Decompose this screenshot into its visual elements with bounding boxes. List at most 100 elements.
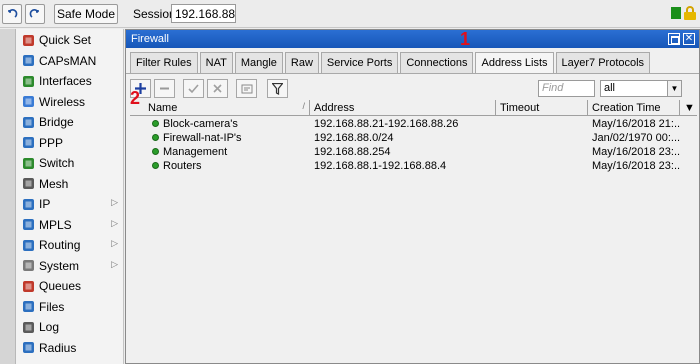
cell-name: Routers <box>144 159 310 173</box>
column-address[interactable]: Address <box>310 100 496 116</box>
minus-icon <box>160 87 169 90</box>
sidebar-item-label: System <box>39 258 80 273</box>
sidebar-item-capsman[interactable]: CAPsMAN <box>16 51 124 71</box>
redo-button[interactable] <box>25 4 45 24</box>
sidebar-item-label: Radius <box>39 340 77 355</box>
filter-select-value: all <box>604 82 616 94</box>
filter-select[interactable]: all ▼ <box>600 80 682 97</box>
sidebar-item-routing[interactable]: Routing ▷ <box>16 235 124 255</box>
table-row[interactable]: Block-camera's 192.168.88.21-192.168.88.2… <box>130 117 697 131</box>
sidebar-item-label: CAPsMAN <box>39 53 97 68</box>
session-input[interactable]: 192.168.88.1 <box>171 4 236 23</box>
table-header: Name / Address Timeout Creation Time ▼ <box>130 100 697 116</box>
lock-icon <box>684 6 696 20</box>
undo-icon <box>8 9 18 18</box>
maximize-icon[interactable] <box>668 33 680 45</box>
annotation-marker-2: 2 <box>130 88 141 108</box>
sidebar-item-quick-set[interactable]: Quick Set <box>16 30 124 50</box>
window-title-bar[interactable]: Firewall ✕ <box>126 30 699 48</box>
submenu-arrow-icon: ▷ <box>111 197 118 207</box>
column-name[interactable]: Name / <box>144 100 310 116</box>
sidebar-item-switch[interactable]: Switch <box>16 153 124 173</box>
wireless-icon <box>21 95 35 109</box>
undo-button[interactable] <box>2 4 22 24</box>
find-input[interactable]: Find <box>538 80 595 97</box>
column-timeout[interactable]: Timeout <box>496 100 588 116</box>
submenu-arrow-icon: ▷ <box>111 238 118 248</box>
safe-mode-label: Safe Mode <box>56 7 116 21</box>
filter-icon <box>272 82 283 95</box>
sidebar-item-bridge[interactable]: Bridge <box>16 112 124 132</box>
firewall-window: Firewall ✕ Filter Rules NAT Mangle Raw Servi… <box>125 29 700 364</box>
check-icon <box>188 84 199 94</box>
redo-icon <box>29 9 39 18</box>
annotation-marker-1: 1 <box>460 29 471 49</box>
safe-mode-button[interactable]: Safe Mode <box>54 4 118 24</box>
vertical-strip <box>0 29 16 364</box>
mesh-icon <box>21 177 35 191</box>
window-title: Firewall <box>131 33 169 45</box>
tab-connections[interactable]: Connections <box>400 52 474 73</box>
sidebar-item-label: Quick Set <box>39 33 92 47</box>
filter-button[interactable] <box>267 79 288 98</box>
enabled-status-icon <box>152 120 159 127</box>
submenu-arrow-icon: ▷ <box>111 258 118 269</box>
comment-button[interactable] <box>236 79 257 98</box>
sidebar-item-label: Wireless <box>39 94 86 109</box>
sidebar-item-mesh[interactable]: Mesh <box>16 174 124 194</box>
tab-raw[interactable]: Raw <box>284 52 319 73</box>
enabled-status-icon <box>152 162 159 169</box>
sidebar-item-system[interactable]: System ▷ <box>16 256 124 276</box>
sidebar-item-label: Interfaces <box>39 74 92 88</box>
column-creation-time[interactable]: Creation Time <box>588 100 680 116</box>
tab-service-ports[interactable]: Service Ports <box>320 52 399 73</box>
sidebar-item-log[interactable]: Log <box>16 317 124 337</box>
column-menu-icon[interactable]: ▼ <box>680 100 697 116</box>
tab-filter-rules[interactable]: Filter Rules <box>130 52 198 73</box>
sidebar-item-files[interactable]: Files <box>16 297 124 317</box>
sort-icon: / <box>302 101 305 111</box>
table-row[interactable]: Routers 192.168.88.1-192.168.88.4 May/16/2… <box>130 159 697 173</box>
submenu-arrow-icon: ▷ <box>111 217 118 228</box>
sidebar-item-label: PPP <box>39 135 64 150</box>
cell-name: Management <box>144 145 310 159</box>
capsman-icon <box>21 54 35 68</box>
sidebar-item-interfaces[interactable]: Interfaces <box>16 71 124 91</box>
sidebar-item-wireless[interactable]: Wireless <box>16 92 124 112</box>
tab-nat[interactable]: NAT <box>199 52 233 73</box>
sidebar-item-ppp[interactable]: PPP <box>16 133 124 153</box>
close-icon[interactable]: ✕ <box>683 33 695 45</box>
remove-button[interactable] <box>154 79 175 98</box>
cell-created: May/16/2018 23:... <box>592 160 680 172</box>
cell-address: 192.168.88.1-192.168.88.4 <box>314 160 447 172</box>
sidebar-item-ip[interactable]: IP ▷ <box>16 194 124 214</box>
sidebar-item-label: Log <box>39 320 60 334</box>
enable-button[interactable] <box>183 79 204 98</box>
sidebar-item-label: Queues <box>39 279 82 293</box>
comment-icon <box>241 84 252 93</box>
radius-icon <box>21 341 35 355</box>
interfaces-icon <box>21 74 35 88</box>
table-row[interactable]: Firewall-nat-IP's 192.168.88.0/24 Jan/02/1… <box>130 131 697 145</box>
ppp-icon <box>21 136 35 150</box>
sidebar-item-queues[interactable]: Queues <box>16 276 124 296</box>
cell-name: Block-camera's <box>144 117 310 131</box>
status-indicator <box>671 7 681 19</box>
tab-mangle[interactable]: Mangle <box>234 52 283 73</box>
cell-created: May/16/2018 21:... <box>592 118 680 130</box>
routing-icon <box>21 238 35 252</box>
sidebar-item-label: Bridge <box>39 115 74 129</box>
log-icon <box>21 320 35 334</box>
enabled-status-icon <box>152 148 159 155</box>
disable-button[interactable] <box>207 79 228 98</box>
sidebar-item-label: MPLS <box>39 217 72 232</box>
sidebar: Quick Set CAPsMAN Interfaces Wireless Bridge… <box>16 29 124 364</box>
sidebar-item-mpls[interactable]: MPLS ▷ <box>16 215 124 235</box>
quick-set-icon <box>21 33 35 47</box>
tab-address-lists[interactable]: Address Lists <box>475 52 554 74</box>
cell-created: May/16/2018 23:... <box>592 146 680 158</box>
chevron-down-icon: ▼ <box>667 81 681 96</box>
sidebar-item-radius[interactable]: Radius <box>16 338 124 358</box>
table-row[interactable]: Management 192.168.88.254 May/16/2018 23:.… <box>130 145 697 159</box>
tab-layer7-protocols[interactable]: Layer7 Protocols <box>555 52 651 73</box>
